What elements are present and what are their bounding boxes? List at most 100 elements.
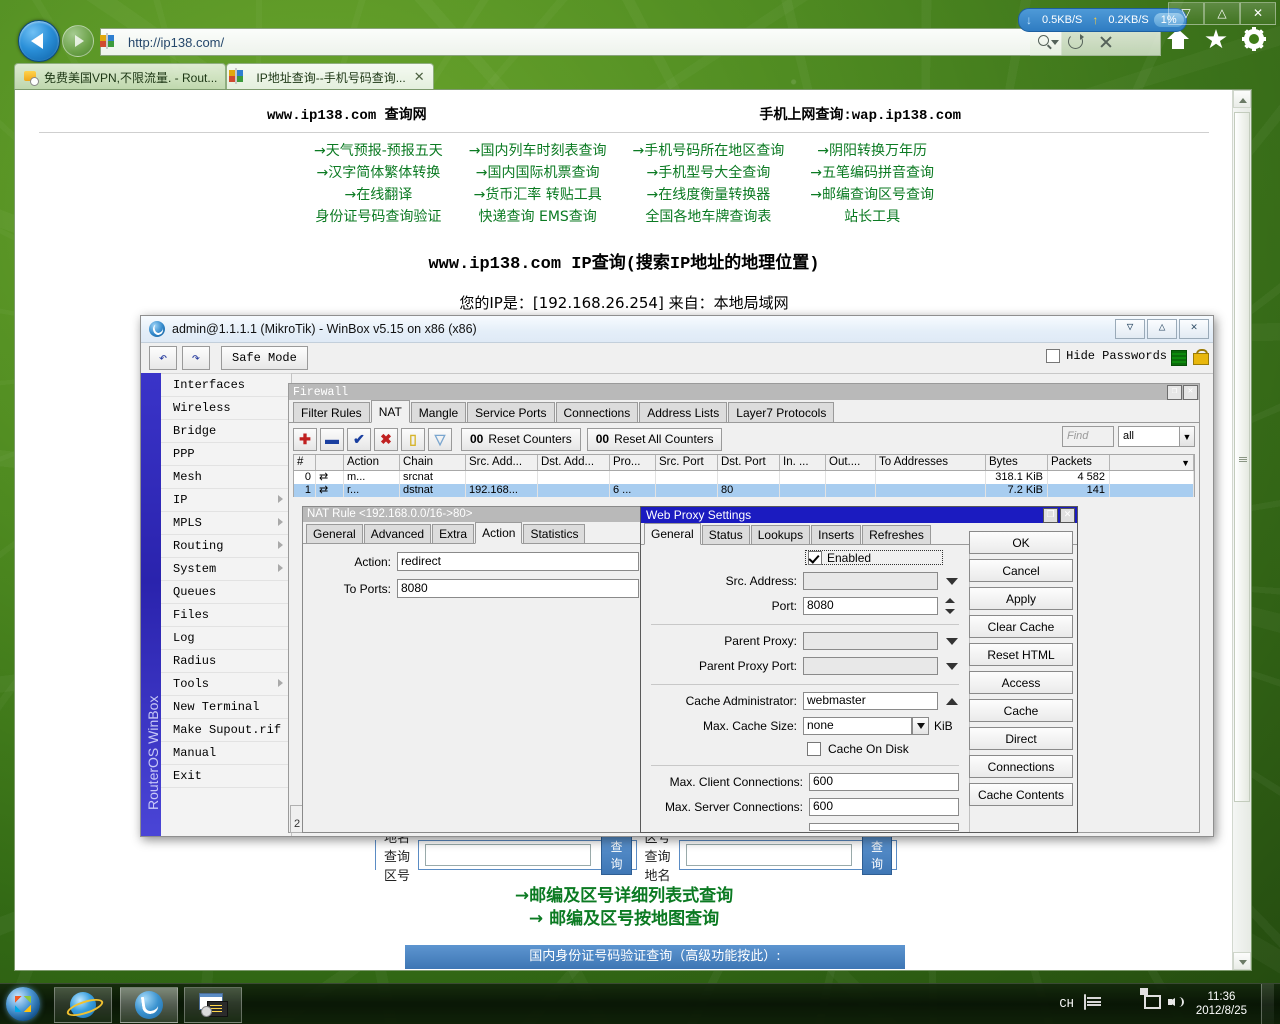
nat-tab-action[interactable]: Action (475, 522, 523, 544)
col-overflow[interactable]: ▼ (1110, 455, 1194, 470)
enabled-checkbox[interactable]: Enabled (805, 550, 943, 565)
nat-tab-extra[interactable]: Extra (432, 524, 475, 543)
firewall-close-button[interactable]: ✕ (1183, 385, 1198, 400)
table-row[interactable]: 0 ⇄ m... srcnat 318.1 KiB 4 582 (293, 471, 1195, 484)
col-to-addresses[interactable]: To Addresses (876, 455, 986, 470)
tab-service-ports[interactable]: Service Ports (467, 402, 555, 422)
nat-rule-title[interactable]: NAT Rule <192.168.0.0/16->80> (303, 507, 643, 522)
favorites-star-icon[interactable] (1203, 26, 1229, 52)
link-license-plates[interactable]: 全国各地车牌查询表 (645, 206, 771, 226)
link-express-query[interactable]: 快递查询 EMS查询 (479, 206, 597, 226)
tab-nat[interactable]: NAT (370, 400, 410, 423)
nat-to-ports-value[interactable]: 8080 (397, 579, 639, 598)
nat-action-value[interactable]: redirect (397, 552, 639, 571)
menu-item-system[interactable]: System (161, 558, 291, 581)
address-bar[interactable]: http://ip138.com/ (100, 28, 1062, 56)
cache-button[interactable]: Cache (969, 699, 1073, 722)
menu-item-wireless[interactable]: Wireless (161, 397, 291, 420)
menu-item-manual[interactable]: Manual (161, 742, 291, 765)
col-flags[interactable] (316, 455, 344, 470)
col-chain[interactable]: Chain (400, 455, 466, 470)
refresh-icon[interactable] (1060, 30, 1090, 54)
partial-input[interactable] (809, 823, 959, 831)
link-mobile-region[interactable]: →手机号码所在地区查询 (633, 140, 785, 160)
menu-item-tools[interactable]: Tools (161, 673, 291, 696)
wp-tab-status[interactable]: Status (701, 525, 750, 544)
winbox-minimize-button[interactable]: ▽ (1115, 319, 1145, 339)
web-proxy-close-button[interactable]: ✕ (1060, 508, 1075, 523)
filter-icon[interactable]: ▽ (428, 427, 452, 451)
max-server-connections-input[interactable]: 600 (809, 798, 959, 816)
wp-tab-general[interactable]: General (644, 523, 701, 545)
taskbar-item-remote-app[interactable] (184, 987, 242, 1023)
chevron-down-icon[interactable]: ▼ (1180, 426, 1195, 447)
max-cache-size-input[interactable]: none (803, 717, 912, 735)
filter-select-value[interactable]: all (1118, 426, 1180, 447)
winbox-close-button[interactable]: ✕ (1179, 319, 1209, 339)
col-dst-address[interactable]: Dst. Add... (538, 455, 610, 470)
cancel-button[interactable]: Cancel (969, 559, 1073, 582)
port-spinner-icon[interactable] (945, 598, 956, 614)
security-shield-icon[interactable] (1112, 995, 1130, 1013)
col-protocol[interactable]: Pro... (610, 455, 656, 470)
placename-input[interactable] (425, 844, 592, 866)
link-hanzi-convert[interactable]: →汉字简体繁体转换 (317, 162, 441, 182)
keyboard-icon[interactable] (1083, 994, 1102, 1013)
link-wubi-pinyin[interactable]: →五笔编码拼音查询 (810, 162, 934, 182)
menu-item-ip[interactable]: IP (161, 489, 291, 512)
menu-item-mesh[interactable]: Mesh (161, 466, 291, 489)
safe-mode-button[interactable]: Safe Mode (221, 346, 308, 370)
link-online-translate[interactable]: →在线翻译 (345, 184, 413, 204)
tab-mangle[interactable]: Mangle (410, 402, 467, 422)
start-button[interactable] (6, 987, 40, 1021)
connections-button[interactable]: Connections (969, 755, 1073, 778)
hide-passwords-checkbox[interactable]: Hide Passwords (1046, 349, 1167, 363)
tab-address-lists[interactable]: Address Lists (639, 402, 728, 422)
tab-connections[interactable]: Connections (555, 402, 639, 422)
back-button[interactable] (18, 20, 60, 62)
tab-filter-rules[interactable]: Filter Rules (293, 402, 370, 422)
areacode-input[interactable] (685, 844, 852, 866)
reset-counters-button[interactable]: 00 Reset Counters (461, 427, 581, 451)
tab-vpn[interactable]: 免费美国VPN,不限流量. - Rout... (14, 63, 227, 90)
nat-tab-statistics[interactable]: Statistics (523, 524, 586, 543)
reset-html-button[interactable]: Reset HTML (969, 643, 1073, 666)
comment-icon[interactable]: ▯ (401, 427, 425, 451)
disable-rule-icon[interactable]: ✖ (374, 427, 398, 451)
forward-button[interactable] (62, 25, 94, 57)
menu-item-routing[interactable]: Routing (161, 535, 291, 558)
clock[interactable]: 11:36 2012/8/25 (1196, 990, 1247, 1018)
link-train-schedule[interactable]: →国内列车时刻表查询 (469, 140, 607, 160)
menu-item-files[interactable]: Files (161, 604, 291, 627)
chevron-down-icon[interactable] (946, 577, 958, 585)
stop-icon[interactable] (1090, 30, 1120, 54)
max-cache-size-dropdown-icon[interactable] (912, 717, 929, 735)
page-vertical-scrollbar[interactable] (1232, 90, 1251, 970)
link-lunar-calendar[interactable]: →阴阳转换万年历 (817, 140, 927, 160)
port-input[interactable]: 8080 (803, 597, 938, 615)
menu-item-mpls[interactable]: MPLS (161, 512, 291, 535)
remove-rule-icon[interactable]: ▬ (320, 427, 344, 451)
menu-item-make-supout[interactable]: Make Supout.rif (161, 719, 291, 742)
search-icon[interactable] (1030, 30, 1060, 54)
col-src-port[interactable]: Src. Port (656, 455, 718, 470)
clear-cache-button[interactable]: Clear Cache (969, 615, 1073, 638)
hide-passwords-box[interactable] (1046, 349, 1061, 363)
menu-item-radius[interactable]: Radius (161, 650, 291, 673)
chevron-up-icon[interactable] (946, 697, 958, 705)
chevron-down-icon[interactable] (946, 662, 958, 670)
firewall-title-bar[interactable]: Firewall ❐ ✕ (289, 384, 1199, 400)
undo-icon[interactable]: ↶ (149, 346, 177, 370)
close-button[interactable]: ✕ (1240, 2, 1276, 25)
parent-proxy-input[interactable] (803, 632, 938, 650)
taskbar-item-winbox[interactable] (120, 987, 178, 1023)
col-bytes[interactable]: Bytes (986, 455, 1048, 470)
link-unit-converter[interactable]: →在线度衡量转换器 (647, 184, 771, 204)
wp-tab-refreshes[interactable]: Refreshes (862, 525, 931, 544)
cache-contents-button[interactable]: Cache Contents (969, 783, 1073, 806)
menu-item-interfaces[interactable]: Interfaces (161, 374, 291, 397)
areacode-query-button[interactable]: 查 询 (861, 835, 892, 875)
menu-item-bridge[interactable]: Bridge (161, 420, 291, 443)
link-weather[interactable]: →天气预报-预报五天 (314, 140, 443, 160)
parent-proxy-port-input[interactable] (803, 657, 938, 675)
